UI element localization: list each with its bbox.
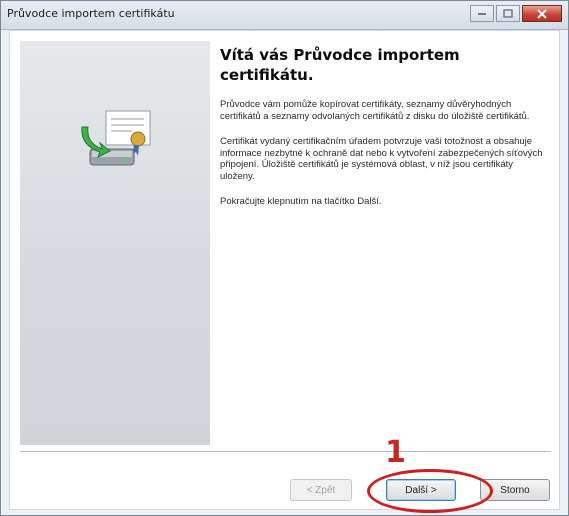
minimize-icon[interactable] [470,5,494,22]
certificate-info-paragraph: Certifikát vydaný certifikačním úřadem p… [220,136,543,182]
title-bar[interactable]: Průvodce importem certifikátu [1,1,568,30]
footer-divider [20,451,551,452]
maximize-icon[interactable] [496,5,520,22]
import-wizard-window: Průvodce importem certifikátu Vítá vás P… [0,0,569,516]
step-number-annotation: 1 [385,435,406,470]
certificate-import-icon [81,110,151,166]
highlight-ellipse [367,469,493,513]
intro-paragraph: Průvodce vám pomůže kopírovat certifikát… [220,99,530,122]
caption-buttons [470,5,562,23]
wizard-body: Vítá vás Průvodce importem certifikátu. … [9,30,560,513]
back-button[interactable]: < Zpět [290,479,352,501]
continue-instruction: Pokračujte klepnutím na tlačítko Další. [220,196,382,207]
close-icon[interactable] [522,5,562,22]
wizard-heading: Vítá vás Průvodce importem certifikátu. [220,46,460,84]
wizard-side-panel [20,41,210,445]
window-title: Průvodce importem certifikátu [7,7,175,20]
wizard-content: Vítá vás Průvodce importem certifikátu. … [220,45,550,445]
